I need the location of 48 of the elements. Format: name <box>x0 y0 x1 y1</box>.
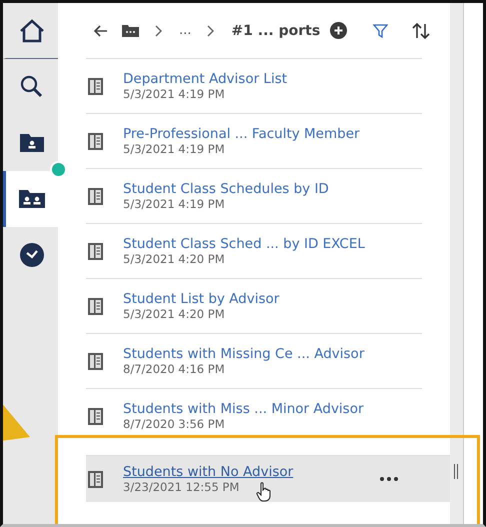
list-item[interactable]: Students with Missing Ce ... Advisor 8/7/2020 4:16 PM <box>86 333 422 388</box>
home-icon <box>19 18 45 42</box>
list-item[interactable]: Students with Miss ... Minor Advisor 8/7/2020 3:56 PM <box>86 388 422 443</box>
report-link[interactable]: Students with Miss ... Minor Advisor <box>123 401 364 417</box>
report-icon <box>88 132 103 150</box>
report-link[interactable]: Students with No Advisor <box>123 464 294 480</box>
list-item[interactable]: Student Class Schedules by ID 5/3/2021 4:19 PM <box>86 168 422 223</box>
report-link[interactable]: Student Class Schedules by ID <box>123 181 329 197</box>
folder-icon[interactable] <box>122 24 139 37</box>
modified-date: 3/23/2021 12:55 PM <box>123 480 240 494</box>
report-link[interactable]: Students with Missing Ce ... Advisor <box>123 346 364 362</box>
modified-date: 5/3/2021 4:20 PM <box>123 307 225 321</box>
report-icon <box>88 470 103 488</box>
chevron-icon <box>155 24 163 36</box>
report-icon <box>88 242 103 260</box>
report-link[interactable]: Pre-Professional ... Faculty Member <box>123 126 360 142</box>
hand-cursor-icon <box>256 482 272 502</box>
more-icon[interactable] <box>380 477 398 481</box>
back-arrow-icon[interactable] <box>94 24 108 36</box>
sort-icon[interactable] <box>412 22 430 38</box>
report-icon <box>88 298 103 314</box>
list-item[interactable]: Pre-Professional ... Faculty Member 5/3/2021 4:19 PM <box>86 113 422 168</box>
modified-date: 5/3/2021 4:19 PM <box>123 87 225 101</box>
report-icon <box>88 408 103 424</box>
folder-people-icon <box>18 188 46 210</box>
list-item[interactable]: Student List by Advisor 5/3/2021 4:20 PM <box>86 278 422 333</box>
report-icon <box>88 78 103 94</box>
list-item[interactable]: Student Class Sched ... by ID EXCEL 5/3/2021 4:20 PM <box>86 223 422 278</box>
modified-date: 8/7/2020 4:16 PM <box>123 362 225 376</box>
filter-icon[interactable] <box>373 24 388 38</box>
list-item[interactable]: Department Advisor List 5/3/2021 4:19 PM <box>86 58 422 113</box>
folder-person-icon <box>19 132 45 154</box>
report-icon <box>88 188 103 204</box>
report-link[interactable]: Student Class Sched ... by ID EXCEL <box>123 236 365 252</box>
report-link[interactable]: Department Advisor List <box>123 71 288 87</box>
current-folder-title: #1 ... ports <box>231 22 320 38</box>
chevron-icon <box>207 24 216 36</box>
add-icon[interactable] <box>330 22 348 39</box>
modified-date: 5/3/2021 4:20 PM <box>123 252 225 266</box>
modified-date: 8/7/2020 3:56 PM <box>123 417 225 431</box>
report-icon <box>88 352 103 370</box>
report-link[interactable]: Student List by Advisor <box>123 291 280 307</box>
search-icon <box>20 75 44 99</box>
scroll-grip[interactable] <box>454 464 458 479</box>
list-item[interactable]: Students with No Advisor 3/23/2021 12:55 PM <box>86 455 450 502</box>
modified-date: 5/3/2021 4:19 PM <box>123 197 225 211</box>
modified-date: 5/3/2021 4:19 PM <box>123 142 225 156</box>
breadcrumb-ellipsis[interactable]: ... <box>179 23 192 38</box>
